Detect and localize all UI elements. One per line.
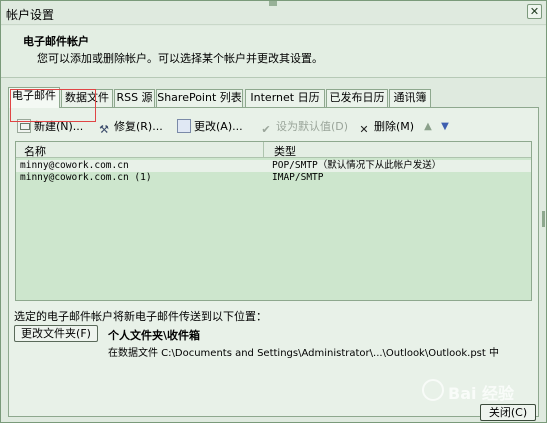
paw-logo-icon	[422, 379, 444, 401]
new-button[interactable]: 新建(N)...	[17, 118, 83, 136]
watermark-text: Bai 经验	[448, 384, 515, 403]
account-settings-window: 帐户设置 ✕ 电子邮件帐户 您可以添加或删除帐户。可以选择某个帐户并更改其设置。…	[0, 0, 547, 423]
tab-published-calendar[interactable]: 已发布日历	[326, 89, 388, 107]
repair-button[interactable]: ⚒ 修复(R)...	[97, 118, 163, 136]
repair-label: 修复(R)...	[114, 120, 163, 133]
drag-grip-icon[interactable]	[269, 1, 277, 6]
account-toolbar: 新建(N)... ⚒ 修复(R)... 更改(A)... ✔ 设为默认值(D) ✕ 删…	[17, 116, 532, 138]
set-default-button[interactable]: ✔ 设为默认值(D)	[259, 118, 348, 136]
delivery-location-label: 选定的电子邮件帐户将新电子邮件传送到以下位置：	[14, 310, 267, 323]
change-label: 更改(A)...	[194, 120, 243, 133]
change-icon	[177, 119, 191, 133]
column-divider[interactable]	[263, 142, 264, 158]
set-default-label: 设为默认值(D)	[276, 120, 349, 133]
tab-email[interactable]: 电子邮件	[8, 87, 60, 108]
remove-label: 删除(M)	[374, 120, 415, 133]
account-name: minny@cowork.com.cn	[20, 160, 129, 171]
checkmark-icon: ✔	[261, 123, 271, 136]
remove-button[interactable]: ✕ 删除(M)	[357, 118, 414, 136]
account-row[interactable]: minny@cowork.com.cn POP/SMTP（默认情况下从此帐户发送…	[16, 160, 531, 172]
close-button[interactable]: 关闭(C)	[480, 404, 536, 421]
new-label: 新建(N)...	[34, 120, 84, 133]
window-close-button[interactable]: ✕	[527, 4, 542, 19]
change-button[interactable]: 更改(A)...	[177, 118, 243, 136]
delivery-folder-path: 在数据文件 C:\Documents and Settings\Administ…	[108, 348, 499, 359]
window-edge-handle[interactable]	[542, 211, 545, 227]
title-bar[interactable]: 帐户设置 ✕	[1, 1, 546, 25]
repair-icon: ⚒	[99, 123, 109, 136]
new-account-icon	[17, 119, 31, 133]
account-name: minny@cowork.com.cn (1)	[20, 172, 152, 183]
down-arrow-icon[interactable]: ▼	[439, 120, 451, 134]
account-type: IMAP/SMTP	[272, 172, 324, 183]
section-description: 您可以添加或删除帐户。可以选择某个帐户并更改其设置。	[37, 52, 323, 65]
email-tab-panel: 新建(N)... ⚒ 修复(R)... 更改(A)... ✔ 设为默认值(D) ✕ 删…	[8, 107, 539, 417]
window-title: 帐户设置	[6, 8, 55, 22]
header-band: 电子邮件帐户 您可以添加或删除帐户。可以选择某个帐户并更改其设置。	[1, 26, 546, 78]
change-folder-button[interactable]: 更改文件夹(F)	[14, 325, 98, 342]
account-type: POP/SMTP（默认情况下从此帐户发送）	[272, 160, 442, 171]
baidu-watermark: Bai 经验	[422, 378, 532, 404]
tab-address-book[interactable]: 通讯簿	[389, 89, 431, 107]
remove-x-icon: ✕	[359, 123, 369, 136]
column-header-type[interactable]: 类型	[274, 143, 296, 159]
account-list[interactable]: 名称 类型 minny@cowork.com.cn POP/SMTP（默认情况下…	[15, 141, 532, 301]
account-row[interactable]: minny@cowork.com.cn (1) IMAP/SMTP	[16, 172, 531, 184]
up-arrow-icon[interactable]: ▲	[422, 120, 434, 134]
tab-sharepoint[interactable]: SharePoint 列表	[156, 89, 243, 107]
list-header: 名称 类型	[16, 142, 531, 158]
tab-data-files[interactable]: 数据文件	[61, 89, 113, 107]
tab-internet-calendar[interactable]: Internet 日历	[245, 89, 325, 107]
tab-rss[interactable]: RSS 源	[114, 89, 155, 107]
section-title: 电子邮件帐户	[23, 35, 89, 48]
delivery-folder-name: 个人文件夹\收件箱	[108, 329, 201, 342]
column-header-name[interactable]: 名称	[24, 143, 46, 159]
